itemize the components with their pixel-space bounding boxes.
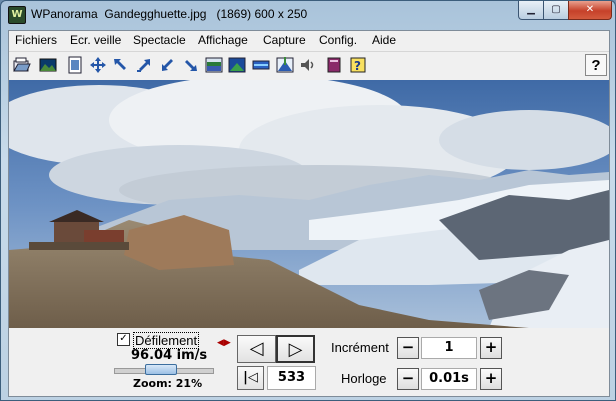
close-button[interactable]: ✕ [568,1,612,20]
menu-ecran-veille[interactable]: Ecr. veille [70,33,121,47]
scroll-label[interactable]: Défilement [133,332,200,349]
menu-aide[interactable]: Aide [372,33,396,47]
maximize-button[interactable]: ▢ [543,1,569,20]
next-button[interactable]: ▷ [276,335,315,363]
arrow-up-right-icon[interactable] [134,55,154,75]
picture-icon[interactable] [38,55,58,75]
help-button[interactable]: ? [585,54,607,76]
display-mode-1-icon[interactable] [204,55,224,75]
book-icon[interactable] [324,55,344,75]
display-mode-3-icon[interactable] [251,55,271,75]
menu-spectacle[interactable]: Spectacle [133,33,186,47]
menu-affichage[interactable]: Affichage [198,33,248,47]
open-icon[interactable] [11,55,31,75]
help-doc-icon[interactable]: ? [348,55,368,75]
menu-bar: Fichiers Ecr. veille Spectacle Affichage… [9,31,609,49]
zoom-readout: Zoom: 21% [133,377,203,390]
speed-readout: 96.04 im/s [131,348,208,363]
previous-button[interactable]: ◁ [237,335,276,363]
menu-capture[interactable]: Capture [263,33,306,47]
clock-value-field[interactable]: 0.01s [421,368,477,390]
increment-plus-button[interactable]: + [480,337,502,359]
window-title: WPanorama Gandegghuette.jpg (1869) 600 x… [31,7,308,21]
increment-minus-button[interactable]: − [397,337,419,359]
arrow-down-right-icon[interactable] [181,55,201,75]
scroll-checkbox[interactable]: ✓ [117,333,130,346]
app-icon[interactable]: W [8,6,26,24]
clock-label: Horloge [341,371,387,386]
arrow-down-left-icon[interactable] [158,55,178,75]
fit-page-icon[interactable] [65,55,85,75]
menu-config[interactable]: Config. [319,33,357,47]
frame-number-field[interactable]: 533 [267,366,316,390]
clock-minus-button[interactable]: − [397,368,419,390]
app-window: W WPanorama Gandegghuette.jpg (1869) 600… [0,0,616,401]
first-frame-button[interactable]: |◁ [237,366,264,390]
svg-text:?: ? [354,59,361,73]
zoom-slider-thumb[interactable] [145,364,177,375]
move-icon[interactable] [88,55,108,75]
client-area: Fichiers Ecr. veille Spectacle Affichage… [8,30,610,397]
panorama-image[interactable] [9,80,609,328]
control-panel: ✓ Défilement 96.04 im/s ◀▶ Zoom: 21% ◁ ▷… [9,328,609,396]
minimize-button[interactable]: ▁ [518,1,544,20]
sky-marker-icon[interactable] [275,55,295,75]
increment-label: Incrément [331,340,389,355]
arrow-up-left-icon[interactable] [110,55,130,75]
display-mode-2-icon[interactable] [227,55,247,75]
increment-value-field[interactable]: 1 [421,337,477,359]
clock-plus-button[interactable]: + [480,368,502,390]
toolbar: ? ? [9,51,609,78]
sound-icon[interactable] [298,55,318,75]
speed-marker-icon: ◀▶ [217,338,231,348]
title-bar[interactable]: W WPanorama Gandegghuette.jpg (1869) 600… [1,1,615,29]
menu-fichiers[interactable]: Fichiers [15,33,57,47]
